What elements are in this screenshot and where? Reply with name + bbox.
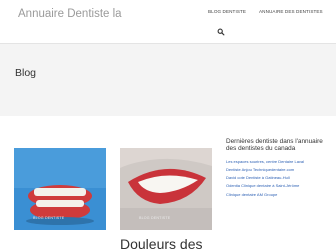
- list-item[interactable]: Odentia Clinique dentaire à Saint-Jérôme: [226, 183, 326, 188]
- sidebar-widget: Dernières dentiste dans l'annuaire des d…: [226, 138, 326, 200]
- post-category[interactable]: BLOG DENTISTE: [139, 216, 170, 220]
- page-title: Blog: [15, 67, 37, 79]
- site-title[interactable]: Annuaire Dentiste la: [18, 8, 122, 20]
- list-item[interactable]: David cote Dentiste à Gatineau-Hull: [226, 175, 326, 180]
- nav-item-annuaire-des-dentistes[interactable]: ANNUAIRE DES DENTISTES: [259, 9, 323, 14]
- post-image-smile[interactable]: BLOG DENTISTE: [120, 148, 212, 230]
- widget-title: Dernières dentiste dans l'annuaire des d…: [226, 138, 323, 153]
- nav-item-blog-dentiste[interactable]: BLOG DENTISTE: [208, 9, 246, 14]
- site-header: Annuaire Dentiste la BLOG DENTISTE ANNUA…: [0, 0, 336, 44]
- page-banner: Blog: [0, 44, 336, 116]
- post-title[interactable]: Douleurs des: [120, 236, 203, 252]
- dentist-list: Les espaces sourires, centre Dentaire La…: [226, 159, 326, 197]
- list-item[interactable]: Clinique dentaire AM Groupe: [226, 192, 326, 197]
- search-icon[interactable]: [217, 28, 225, 36]
- post-image-dentures[interactable]: BLOG DENTISTE: [14, 148, 106, 230]
- post-category[interactable]: BLOG DENTISTE: [33, 216, 64, 220]
- list-item[interactable]: Les espaces sourires, centre Dentaire La…: [226, 159, 326, 164]
- list-item[interactable]: Dentiste Anjou Techniquedentaire.com: [226, 167, 326, 172]
